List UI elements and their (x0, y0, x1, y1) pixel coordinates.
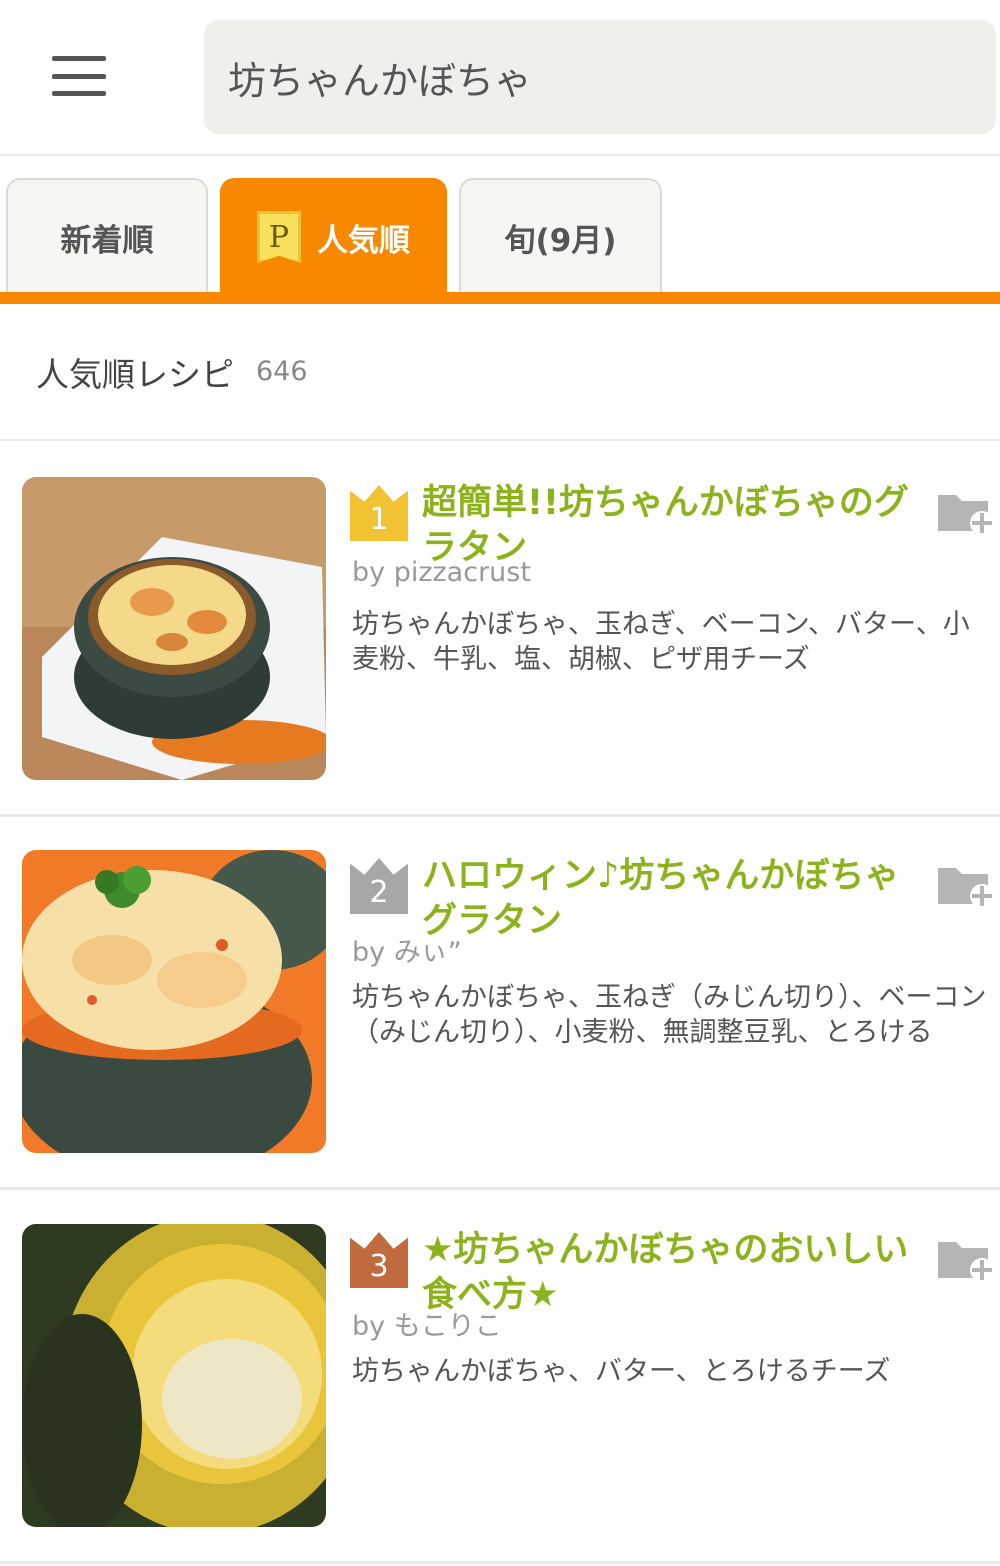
hamburger-menu-icon[interactable] (40, 44, 118, 108)
tab-underline (0, 292, 1000, 304)
tab-seasonal-label: 旬(9月) (504, 222, 617, 259)
recipe-author[interactable]: by pizzacrust (352, 557, 531, 588)
recipe-thumbnail[interactable] (22, 850, 326, 1153)
add-to-folder-icon[interactable] (936, 487, 996, 537)
tab-newest-label: 新着順 (60, 222, 154, 259)
results-count: 646 (256, 356, 308, 387)
tab-newest[interactable]: 新着順 (6, 178, 208, 294)
add-to-folder-icon[interactable] (936, 860, 996, 910)
rank-number: 1 (369, 502, 389, 537)
search-input[interactable] (228, 55, 996, 99)
recipe-card[interactable]: 1 超簡単!!坊ちゃんかぼちゃのグラタン by pizzacrust 坊ちゃんか… (0, 443, 1000, 817)
recipe-ingredients: 坊ちゃんかぼちゃ、バター、とろけるチーズ (352, 1356, 891, 1387)
recipe-author[interactable]: by みぃ” (352, 930, 462, 969)
recipe-ingredients: 坊ちゃんかぼちゃ、玉ねぎ（みじん切り）、ベーコン（みじん切り）、小麦粉、無調整豆… (352, 982, 987, 1048)
premium-p-icon: P (257, 211, 301, 263)
app-header (0, 0, 1000, 156)
add-to-folder-icon[interactable] (936, 1234, 996, 1284)
search-bar[interactable] (204, 20, 996, 134)
recipe-thumbnail[interactable] (22, 477, 326, 780)
recipe-card[interactable]: 2 ハロウィン♪坊ちゃんかぼちゃグラタン by みぃ” 坊ちゃんかぼちゃ、玉ねぎ… (0, 816, 1000, 1190)
tab-popular[interactable]: P 人気順 (220, 178, 447, 294)
recipe-ingredients: 坊ちゃんかぼちゃ、玉ねぎ、ベーコン、バター、小麦粉、牛乳、塩、胡椒、ピザ用チーズ (352, 609, 970, 675)
results-summary: 人気順レシピ 646 (0, 304, 1000, 441)
results-title: 人気順レシピ (36, 354, 234, 394)
rank-number: 3 (369, 1249, 389, 1284)
tab-seasonal[interactable]: 旬(9月) (459, 178, 662, 294)
recipe-card[interactable]: 3 ★坊ちゃんかぼちゃのおいしい食べ方★ by もこりこ 坊ちゃんかぼちゃ、バタ… (0, 1190, 1000, 1564)
rank-crown-icon: 2 (350, 858, 408, 914)
sort-tabs: 新着順 P 人気順 旬(9月) (0, 178, 1000, 304)
recipe-author[interactable]: by もこりこ (352, 1304, 502, 1343)
recipe-thumbnail[interactable] (22, 1224, 326, 1527)
recipe-title-link[interactable]: ハロウィン♪坊ちゃんかぼちゃグラタン (422, 854, 922, 944)
rank-crown-icon: 3 (350, 1232, 408, 1288)
rank-number: 2 (369, 875, 389, 910)
tab-popular-label: 人気順 (317, 222, 410, 259)
rank-crown-icon: 1 (350, 485, 408, 541)
